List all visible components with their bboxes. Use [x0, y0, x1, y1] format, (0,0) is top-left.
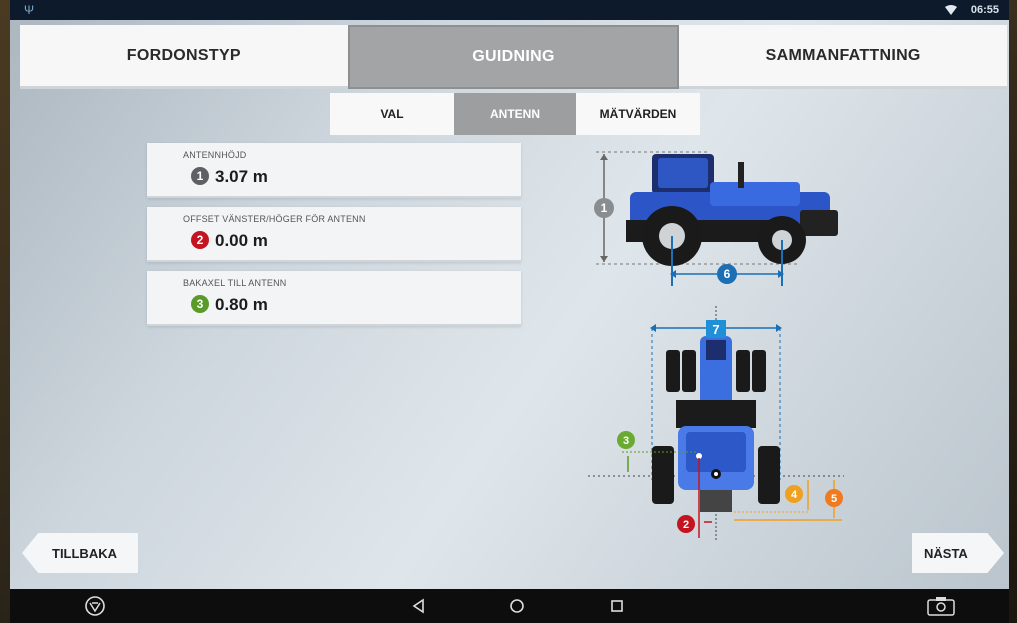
- back-button[interactable]: TILLBAKA: [22, 533, 138, 573]
- brand-logo-icon[interactable]: [84, 595, 106, 617]
- field-label: OFFSET VÄNSTER/HÖGER FÖR ANTENN: [183, 214, 366, 224]
- back-nav-icon[interactable]: [408, 595, 430, 617]
- marker-badge-1: 1: [191, 167, 209, 185]
- field-value: 0.00 m: [215, 231, 268, 250]
- marker-1-label: 1: [601, 201, 608, 215]
- next-button-label: NÄSTA: [924, 545, 968, 561]
- subtab-val[interactable]: VAL: [330, 93, 454, 135]
- next-button[interactable]: NÄSTA: [912, 533, 1004, 573]
- tab-fordonstyp[interactable]: FORDONSTYP: [20, 25, 348, 89]
- device-bezel-left: [0, 0, 10, 623]
- tractor-side-view: [596, 151, 838, 286]
- rear-axle-to-antenna-field[interactable]: BAKAXEL TILL ANTENN 3 0.80 m: [147, 271, 521, 326]
- subtab-matvarden[interactable]: MÄTVÄRDEN: [576, 93, 700, 135]
- tractor-top-view: [588, 306, 844, 540]
- marker-6-label: 6: [724, 267, 731, 281]
- field-value: 0.80 m: [215, 295, 268, 314]
- field-label: BAKAXEL TILL ANTENN: [183, 278, 287, 288]
- marker-7-label: 7: [712, 322, 719, 337]
- antenna-offset-field[interactable]: OFFSET VÄNSTER/HÖGER FÖR ANTENN 2 0.00 m: [147, 207, 521, 262]
- usb-icon: Ψ: [24, 3, 35, 17]
- device-bezel-right: [1009, 0, 1017, 623]
- marker-4-label: 4: [791, 489, 798, 501]
- status-bar: Ψ 06:55: [10, 0, 1009, 20]
- tab-sammanfattning[interactable]: SAMMANFATTNING: [679, 25, 1008, 89]
- antenna-height-field[interactable]: ANTENNHÖJD 1 3.07 m: [147, 143, 521, 198]
- marker-2-label: 2: [683, 519, 689, 531]
- tab-guidning[interactable]: GUIDNING: [347, 25, 680, 89]
- field-label: ANTENNHÖJD: [183, 150, 247, 160]
- subtab-antenn[interactable]: ANTENN: [454, 93, 576, 135]
- marker-5-label: 5: [831, 493, 837, 505]
- sub-tabs: VAL ANTENN MÄTVÄRDEN: [330, 93, 700, 135]
- back-button-label: TILLBAKA: [52, 545, 117, 561]
- screenshot-camera-icon[interactable]: [926, 595, 956, 617]
- recents-nav-icon[interactable]: [606, 595, 628, 617]
- marker-badge-3: 3: [191, 295, 209, 313]
- main-tabs: FORDONSTYP GUIDNING SAMMANFATTNING: [20, 25, 1008, 89]
- marker-badge-2: 2: [191, 231, 209, 249]
- system-nav-bar: [10, 589, 1009, 623]
- field-value: 3.07 m: [215, 167, 268, 186]
- wifi-icon: [945, 5, 957, 15]
- tablet-screen: Ψ 06:55 FORDONSTYP GUIDNING SAMMANFATTNI…: [0, 0, 1017, 623]
- tractor-measurement-diagram: 1 6 7 3 2 4 5: [588, 151, 844, 540]
- marker-3-label: 3: [623, 435, 629, 447]
- home-nav-icon[interactable]: [506, 595, 528, 617]
- status-time: 06:55: [970, 4, 999, 16]
